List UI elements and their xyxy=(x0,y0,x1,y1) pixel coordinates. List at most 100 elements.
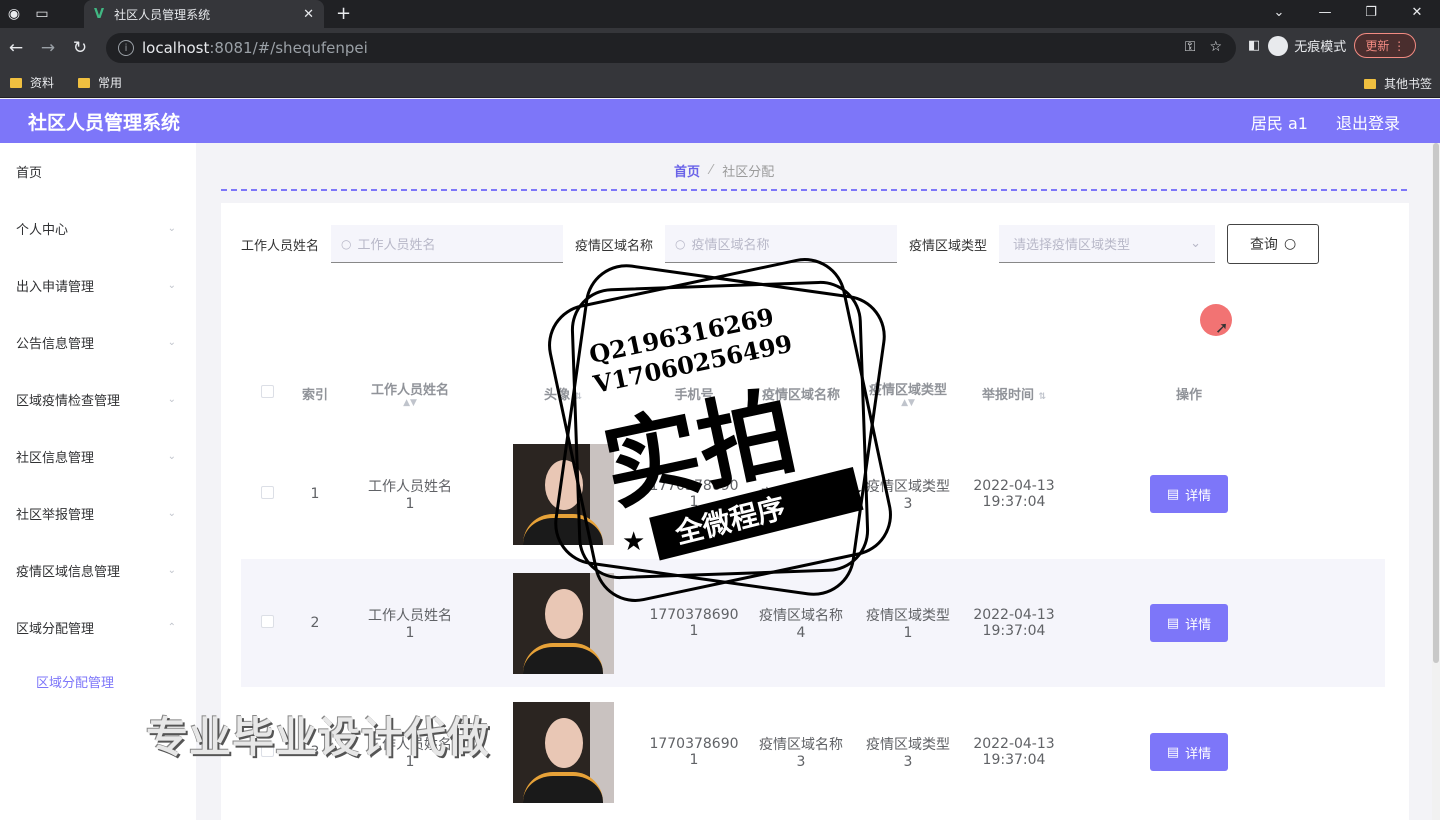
row-phone: 1770378690 1 xyxy=(649,478,739,510)
sidebar-item-profile[interactable]: 个人中心 ⌄ xyxy=(0,200,196,257)
row-checkbox[interactable] xyxy=(241,485,293,503)
sidebar-item-home[interactable]: 首页 xyxy=(0,143,196,200)
key-icon[interactable]: ⚿ xyxy=(1185,39,1196,55)
detail-button[interactable]: ▤ 详情 xyxy=(1150,733,1228,771)
sort-icon: ⇅ xyxy=(574,391,583,402)
dashed-divider xyxy=(221,189,1407,191)
sidebar-item-notices[interactable]: 公告信息管理 ⌄ xyxy=(0,314,196,371)
avatar xyxy=(512,443,614,545)
forward-icon[interactable]: → xyxy=(32,38,64,58)
row-name: 工作人员姓名 1 xyxy=(368,608,452,641)
row-avatar xyxy=(483,572,643,674)
row-actions: ▤ 详情 xyxy=(1069,604,1309,642)
row-avatar xyxy=(483,701,643,803)
sidebar-item-community-info[interactable]: 社区信息管理 ⌄ xyxy=(0,428,196,485)
folder-icon xyxy=(78,77,91,88)
row-checkbox[interactable] xyxy=(241,614,293,632)
url-path: :8081/#/shequfenpei xyxy=(209,39,368,57)
query-button[interactable]: 查询 ○ xyxy=(1227,224,1320,264)
globe-icon[interactable]: ◉ xyxy=(0,0,28,28)
sidebar-item-epidemic-area-info[interactable]: 疫情区域信息管理 ⌄ xyxy=(0,542,196,599)
sort-icon: ▲▼ xyxy=(901,397,915,408)
search-icon: ○ xyxy=(675,236,686,251)
table-row: 2 工作人员姓名 1 1770378690 1 疫情区域名称 4 疫情区域类型 1 20… xyxy=(241,559,1385,687)
bookmark-folder[interactable]: 常用 xyxy=(78,74,122,91)
incognito-icon xyxy=(1268,35,1289,56)
row-name: 工作人员姓名 1 xyxy=(368,479,452,512)
row-avatar xyxy=(483,443,643,545)
url-bar[interactable]: i localhost:8081/#/shequfenpei ⚿ ☆ xyxy=(106,33,1236,63)
breadcrumb-current: 社区分配 xyxy=(722,165,775,180)
col-avatar[interactable]: 头像 ⇅ xyxy=(483,384,643,403)
detail-button[interactable]: ▤ 详情 xyxy=(1150,475,1228,513)
window-close-icon[interactable]: ✕ xyxy=(1394,0,1440,28)
tab-search-icon[interactable]: ⌄ xyxy=(1256,0,1302,28)
sidepanel-icon[interactable]: ◧ xyxy=(1248,38,1260,53)
window-icon[interactable]: ▭ xyxy=(28,0,56,28)
logout-link[interactable]: 退出登录 xyxy=(1336,110,1400,134)
row-time: 2022-04-13 19:37:04 xyxy=(973,736,1055,768)
reload-icon[interactable]: ↻ xyxy=(64,38,96,58)
col-time[interactable]: 举报时间 ⇅ xyxy=(959,384,1069,403)
row-actions: ▤ 详情 xyxy=(1069,733,1309,771)
row-area-name: 疫情区域名称 xyxy=(759,487,843,503)
document-icon: ▤ xyxy=(1166,486,1180,502)
page-scrollbar[interactable] xyxy=(1432,143,1440,820)
table-header: 索引 工作人员姓名 ▲▼ 头像 ⇅ 手机号 疫情区域名称 疫情区域类型 ▲▼ 举报时… xyxy=(241,353,1385,433)
row-index: 1 xyxy=(310,486,320,502)
sort-icon: ⇅ xyxy=(1038,391,1047,402)
row-area-type: 疫情区域类型 3 xyxy=(866,479,950,512)
search-icon: ○ xyxy=(341,236,352,251)
name-filter-input[interactable]: ○ 工作人员姓名 xyxy=(331,225,564,263)
row-index: 2 xyxy=(310,615,320,631)
col-action: 操作 xyxy=(1175,387,1202,403)
col-area-name[interactable]: 疫情区域名称 xyxy=(745,384,857,403)
sidebar-item-area-inspection[interactable]: 区域疫情检查管理 ⌄ xyxy=(0,371,196,428)
breadcrumb: 首页 ⁄ 社区分配 xyxy=(674,161,774,180)
type-filter-select[interactable]: 请选择疫情区域类型 ⌄ xyxy=(999,225,1216,263)
window-controls: ⌄ — ❐ ✕ xyxy=(1256,0,1440,28)
watermark-text: 专业毕业设计代做 xyxy=(146,713,491,762)
row-phone: 1770378690 1 xyxy=(649,607,739,639)
close-tab-icon[interactable]: ✕ xyxy=(303,7,314,22)
col-area-type[interactable]: 疫情区域类型 ▲▼ xyxy=(857,379,959,408)
search-icon: ○ xyxy=(1283,236,1297,252)
restore-icon[interactable]: ❐ xyxy=(1348,0,1394,28)
browser-tab[interactable]: V 社区人员管理系统 ✕ xyxy=(84,0,324,28)
vue-logo-icon: V xyxy=(94,6,105,22)
sidebar-item-area-assignment[interactable]: 区域分配管理 ⌃ xyxy=(0,599,196,656)
folder-icon xyxy=(1363,78,1376,89)
row-phone: 1770378690 1 xyxy=(649,736,739,768)
row-actions: ▤ 详情 xyxy=(1069,475,1309,513)
breadcrumb-separator-icon: ⁄ xyxy=(710,163,713,178)
select-all-checkbox[interactable] xyxy=(241,384,293,402)
bookmark-star-icon[interactable]: ☆ xyxy=(1209,39,1222,55)
row-time: 2022-04-13 19:37:04 xyxy=(973,478,1055,510)
detail-button[interactable]: ▤ 详情 xyxy=(1150,604,1228,642)
chevron-down-icon: ⌄ xyxy=(167,223,176,234)
sidebar-item-community-reports[interactable]: 社区举报管理 ⌄ xyxy=(0,485,196,542)
back-icon[interactable]: ← xyxy=(0,38,32,58)
update-button[interactable]: 更新 ⋮ xyxy=(1354,33,1417,58)
other-bookmarks[interactable]: 其他书签 xyxy=(1363,75,1432,92)
search-form: 工作人员姓名 ○ 工作人员姓名 疫情区域名称 ○ 疫情区域名称 疫情区域类型 请选择… xyxy=(241,223,1320,265)
current-user[interactable]: 居民 a1 xyxy=(1251,110,1308,134)
site-info-icon[interactable]: i xyxy=(118,40,134,56)
chevron-down-icon: ⌄ xyxy=(167,337,176,348)
col-name[interactable]: 工作人员姓名 ▲▼ xyxy=(337,379,483,408)
document-icon: ▤ xyxy=(1166,744,1180,760)
breadcrumb-home[interactable]: 首页 xyxy=(674,161,700,180)
minimize-icon[interactable]: — xyxy=(1302,0,1348,28)
col-phone[interactable]: 手机号 xyxy=(643,384,745,403)
submenu-area-assignment[interactable]: 区域分配管理 xyxy=(0,656,196,706)
avatar xyxy=(512,572,614,674)
chevron-up-icon: ⌃ xyxy=(167,622,176,633)
sidebar-item-access-requests[interactable]: 出入申请管理 ⌄ xyxy=(0,257,196,314)
area-filter-input[interactable]: ○ 疫情区域名称 xyxy=(665,225,898,263)
new-tab-icon[interactable]: + xyxy=(336,3,351,24)
scrollbar-thumb[interactable] xyxy=(1433,143,1439,663)
avatar xyxy=(512,701,614,803)
incognito-indicator[interactable]: 无痕模式 xyxy=(1268,35,1346,56)
bookmark-folder[interactable]: 资料 xyxy=(10,74,54,91)
mouse-cursor-icon: ➚ xyxy=(1215,318,1229,337)
